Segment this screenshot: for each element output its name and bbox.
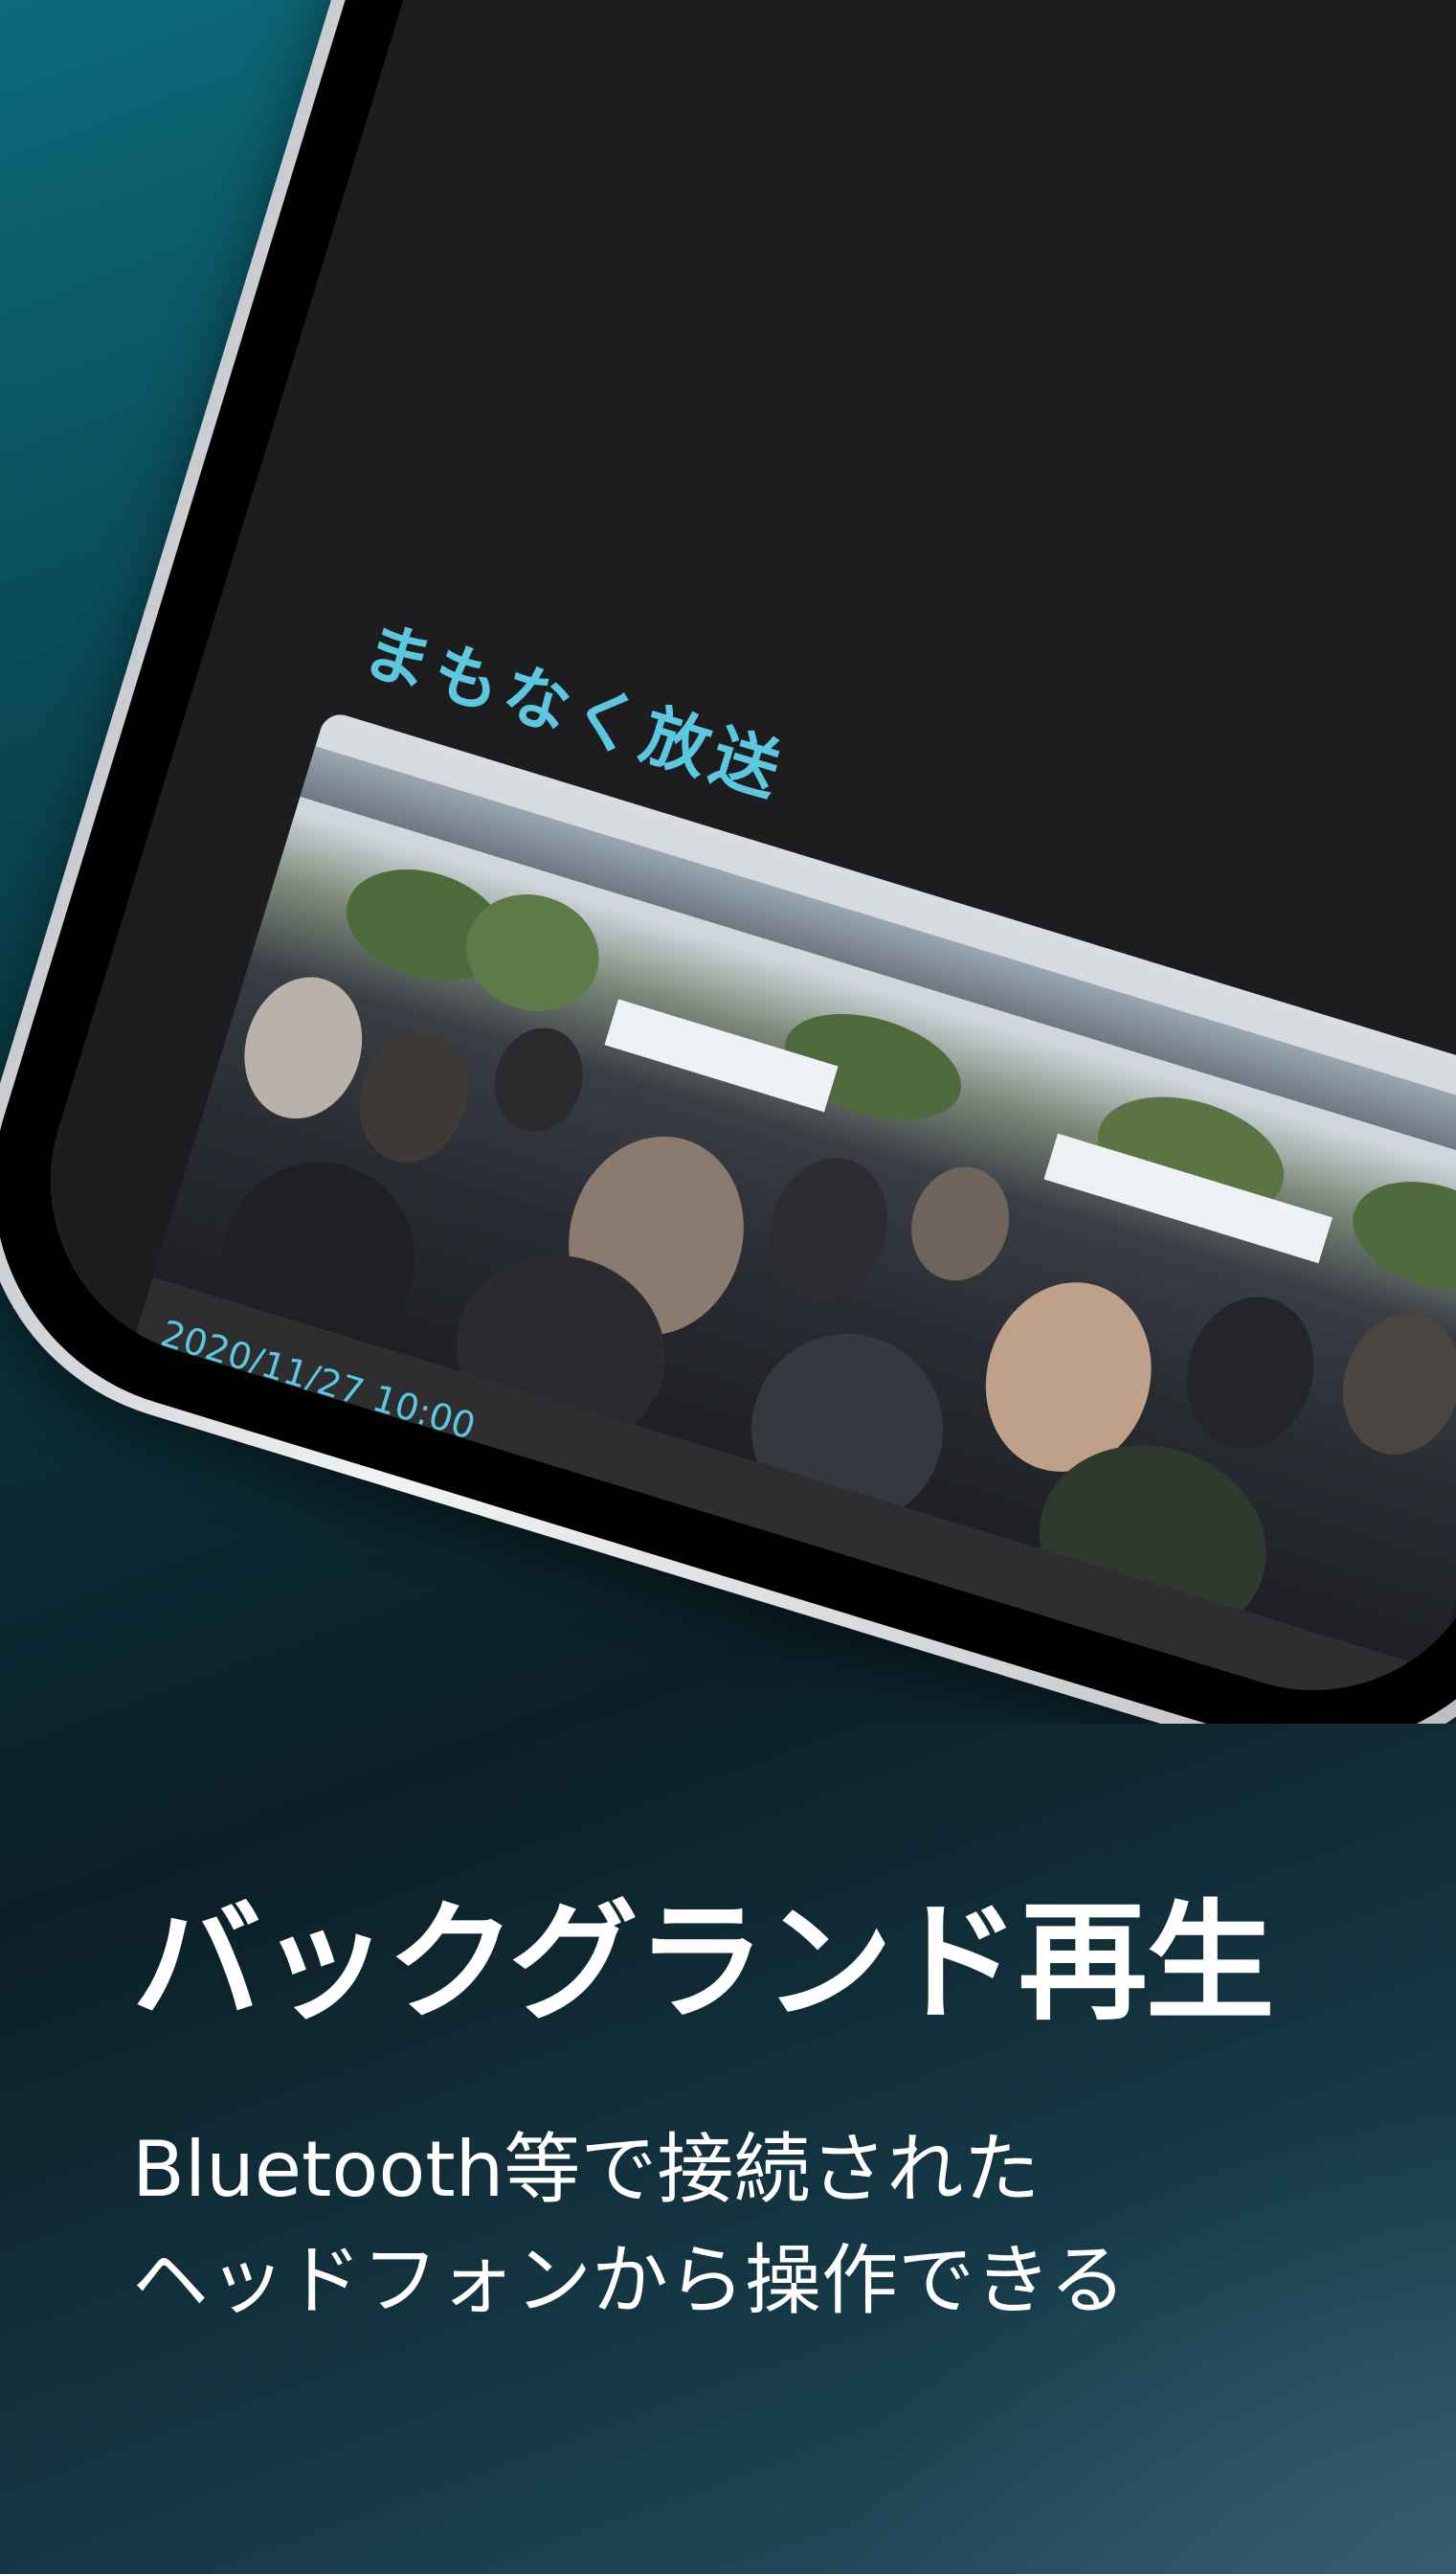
channel-name: スーパーチャンネル <box>178 1547 554 1705</box>
promo-headline: バックグランド再生 <box>132 1887 1275 2038</box>
phone-screen: まもなく放送 2020/11/27 10:00 そして「みんなのうた」は生まれた… <box>6 0 1456 1724</box>
phone-mockup: まもなく放送 2020/11/27 10:00 そして「みんなのうた」は生まれた… <box>0 0 1456 1724</box>
program-card[interactable]: 2020/11/27 10:00 そして「みんなのうた」は生まれた〜6 を彩った… <box>46 709 1456 1724</box>
phone-bezel: まもなく放送 2020/11/27 10:00 そして「みんなのうた」は生まれた… <box>0 0 1456 1724</box>
phone-frame: まもなく放送 2020/11/27 10:00 そして「みんなのうた」は生まれた… <box>0 0 1456 1724</box>
promo-subline: Bluetooth等で接続された ヘッドフォンから操作できる <box>132 2125 1127 2325</box>
channel-thumbnail <box>88 1505 177 1595</box>
